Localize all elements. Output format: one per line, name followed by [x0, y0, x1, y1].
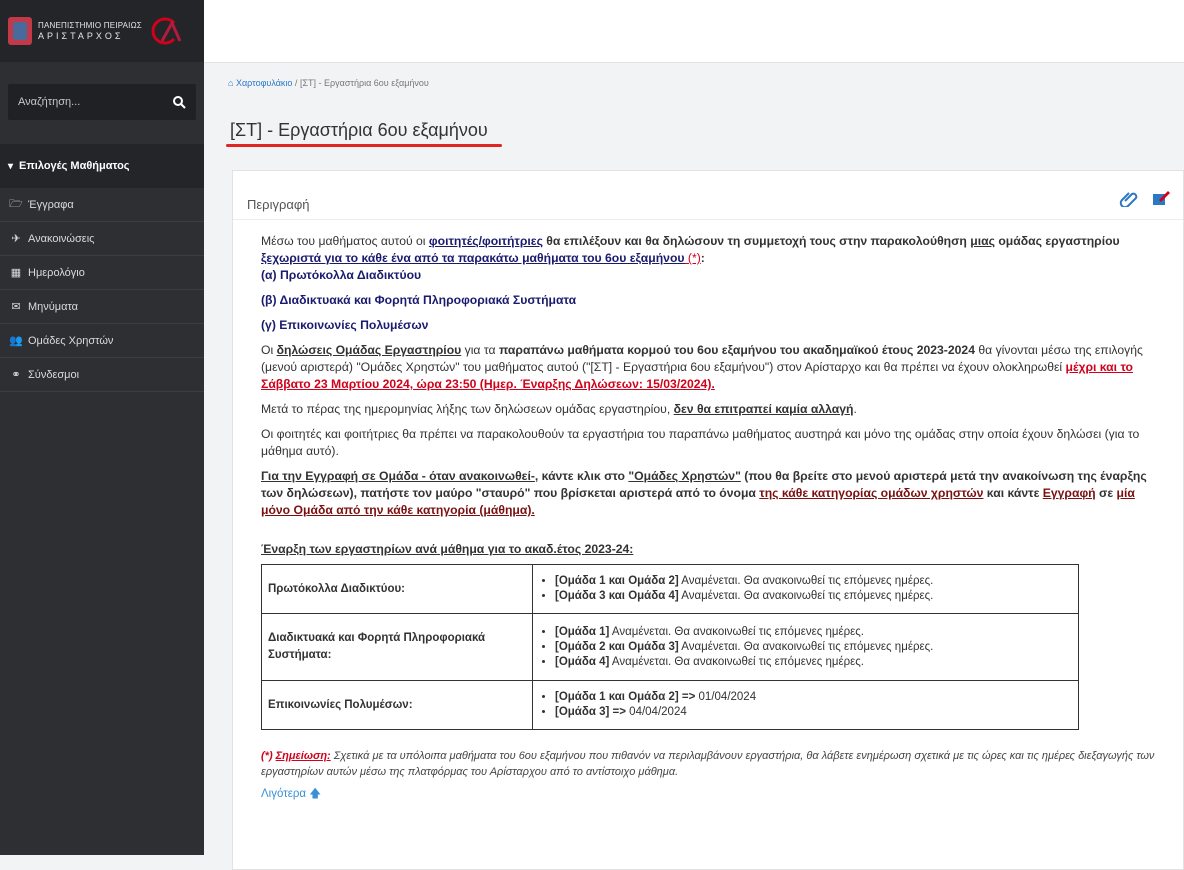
- panel-title: Περιγραφή: [247, 197, 310, 212]
- list-item: [Ομάδα 1] Αναμένεται. Θα ανακοινωθεί τις…: [555, 625, 1072, 640]
- search-bar[interactable]: Αναζήτηση...: [8, 84, 196, 120]
- attendance-paragraph: Οι φοιτητές και φοιτήτριες θα πρέπει να …: [261, 427, 1140, 458]
- labs-start-table: Πρωτόκολλα Διαδικτύου: [Ομάδα 1 και Ομάδ…: [261, 564, 1079, 730]
- labs-start-heading: Έναρξη των εργαστηρίων ανά μάθημα για το…: [261, 542, 634, 556]
- university-logo[interactable]: ΠΑΝΕΠΙΣΤΗΜΙΟ ΠΕΙΡΑΙΩΣ ΑΡΙΣΤΑΡΧΟΣ: [8, 9, 186, 53]
- sidebar-item-label: Μηνύματα: [28, 300, 79, 313]
- logo-area[interactable]: ΠΑΝΕΠΙΣΤΗΜΙΟ ΠΕΙΡΑΙΩΣ ΑΡΙΣΤΑΡΧΟΣ: [0, 0, 204, 62]
- main-content: ⌂ Χαρτοφυλάκιο / [ΣΤ] - Εργαστήρια 6ου ε…: [204, 62, 1184, 870]
- search-icon[interactable]: [172, 95, 186, 109]
- title-highlight: [226, 144, 502, 147]
- edit-icon[interactable]: [1151, 189, 1171, 207]
- table-cell-course: Διαδικτυακά και Φορητά Πληροφοριακά Συστ…: [261, 613, 533, 681]
- table-cell-groups: [Ομάδα 1] Αναμένεται. Θα ανακοινωθεί τις…: [532, 613, 1079, 681]
- menu-header-label: Επιλογές Μαθήματος: [19, 160, 130, 172]
- sidebar-item-label: Σύνδεσμοι: [28, 368, 80, 381]
- description-panel: Περιγραφή Μέσω του μαθήματος αυτού οι φο…: [232, 170, 1184, 870]
- course-options-header[interactable]: ▾ Επιλογές Μαθήματος: [0, 144, 204, 188]
- calendar-icon: ▦: [10, 267, 22, 279]
- table-cell-course: Πρωτόκολλα Διαδικτύου:: [261, 564, 533, 614]
- sidebar-item-documents[interactable]: 🗁 Έγγραφα: [0, 188, 204, 222]
- list-item: [Ομάδα 1 και Ομάδα 2] => 01/04/2024: [555, 690, 1072, 705]
- footnote: (*) Σημείωση: Σχετικά με τα υπόλοιπα μαθ…: [261, 750, 1155, 778]
- table-row: Πρωτόκολλα Διαδικτύου: [Ομάδα 1 και Ομάδ…: [261, 564, 1079, 614]
- arrow-up-icon: 🡅: [309, 788, 322, 800]
- page-title: [ΣΤ] - Εργαστήρια 6ου εξαμήνου: [230, 120, 488, 140]
- megaphone-icon: ✈: [11, 233, 21, 245]
- list-item: [Ομάδα 3 και Ομάδα 4] Αναμένεται. Θα ανα…: [555, 589, 1072, 604]
- logo-line2: ΑΡΙΣΤΑΡΧΟΣ: [38, 31, 124, 41]
- sidebar-item-user-groups[interactable]: 👥 Ομάδες Χρηστών: [0, 324, 204, 358]
- aristarchos-mark-icon: [151, 17, 182, 45]
- search-input[interactable]: Αναζήτηση...: [18, 96, 80, 108]
- sidebar-item-calendar[interactable]: ▦ Ημερολόγιο: [0, 256, 204, 290]
- course-a: (α) Πρωτόκολλα Διαδικτύου: [261, 268, 422, 282]
- envelope-icon: ✉: [11, 301, 21, 313]
- chevron-down-icon: ▾: [8, 160, 14, 172]
- sidebar-item-label: Ομάδες Χρηστών: [28, 334, 114, 347]
- table-cell-groups: [Ομάδα 1 και Ομάδα 2] Αναμένεται. Θα ανα…: [532, 564, 1079, 614]
- registration-paragraph: Για την Εγγραφή σε Ομάδα - όταν ανακοινω…: [261, 469, 1147, 517]
- show-less-link[interactable]: Λιγότερα 🡅: [261, 786, 1161, 803]
- course-c: (γ) Επικοινωνίες Πολυμέσων: [261, 318, 429, 332]
- top-bar: [204, 0, 1184, 63]
- deadline-paragraph: Μετά το πέρας της ημερομηνίας λήξης των …: [261, 402, 857, 416]
- sidebar-item-label: Ημερολόγιο: [28, 266, 85, 279]
- sidebar-item-announcements[interactable]: ✈ Ανακοινώσεις: [0, 222, 204, 256]
- breadcrumb: ⌂ Χαρτοφυλάκιο / [ΣΤ] - Εργαστήρια 6ου ε…: [228, 78, 429, 88]
- users-icon: 👥: [9, 335, 23, 347]
- sidebar-item-label: Ανακοινώσεις: [28, 232, 95, 245]
- table-cell-groups: [Ομάδα 1 και Ομάδα 2] => 01/04/2024 [Ομά…: [532, 680, 1079, 730]
- list-item: [Ομάδα 1 και Ομάδα 2] Αναμένεται. Θα ανα…: [555, 574, 1072, 589]
- list-item: [Ομάδα 4] Αναμένεται. Θα ανακοινωθεί τις…: [555, 655, 1072, 670]
- home-icon: ⌂: [228, 78, 236, 88]
- sidebar-item-label: Έγγραφα: [28, 198, 74, 211]
- list-item: [Ομάδα 3] => 04/04/2024: [555, 705, 1072, 720]
- intro-paragraph: Μέσω του μαθήματος αυτού οι φοιτητές/φοι…: [261, 234, 1120, 282]
- breadcrumb-home[interactable]: ⌂ Χαρτοφυλάκιο: [228, 78, 292, 88]
- table-cell-course: Επικοινωνίες Πολυμέσων:: [261, 680, 533, 730]
- university-crest-icon: [8, 17, 32, 45]
- declarations-paragraph: Οι δηλώσεις Ομάδας Εργαστηρίου για τα πα…: [261, 343, 1143, 391]
- panel-divider: [233, 219, 1183, 220]
- table-row: Διαδικτυακά και Φορητά Πληροφοριακά Συστ…: [261, 613, 1079, 681]
- table-row: Επικοινωνίες Πολυμέσων: [Ομάδα 1 και Ομά…: [261, 680, 1079, 730]
- logo-line1: ΠΑΝΕΠΙΣΤΗΜΙΟ ΠΕΙΡΑΙΩΣ: [38, 21, 142, 30]
- breadcrumb-current: [ΣΤ] - Εργαστήρια 6ου εξαμήνου: [299, 78, 429, 88]
- link-icon: ⚭: [11, 369, 21, 381]
- sidebar-item-links[interactable]: ⚭ Σύνδεσμοι: [0, 358, 204, 392]
- sidebar: ΠΑΝΕΠΙΣΤΗΜΙΟ ΠΕΙΡΑΙΩΣ ΑΡΙΣΤΑΡΧΟΣ Αναζήτη…: [0, 0, 204, 855]
- paperclip-icon[interactable]: [1119, 189, 1139, 207]
- folder-icon: 🗁: [9, 198, 23, 210]
- breadcrumb-separator: /: [294, 78, 298, 88]
- description-content: Μέσω του μαθήματος αυτού οι φοιτητές/φοι…: [261, 233, 1161, 803]
- sidebar-item-messages[interactable]: ✉ Μηνύματα: [0, 290, 204, 324]
- course-b: (β) Διαδικτυακά και Φορητά Πληροφοριακά …: [261, 293, 577, 307]
- list-item: [Ομάδα 2 και Ομάδα 3] Αναμένεται. Θα ανα…: [555, 640, 1072, 655]
